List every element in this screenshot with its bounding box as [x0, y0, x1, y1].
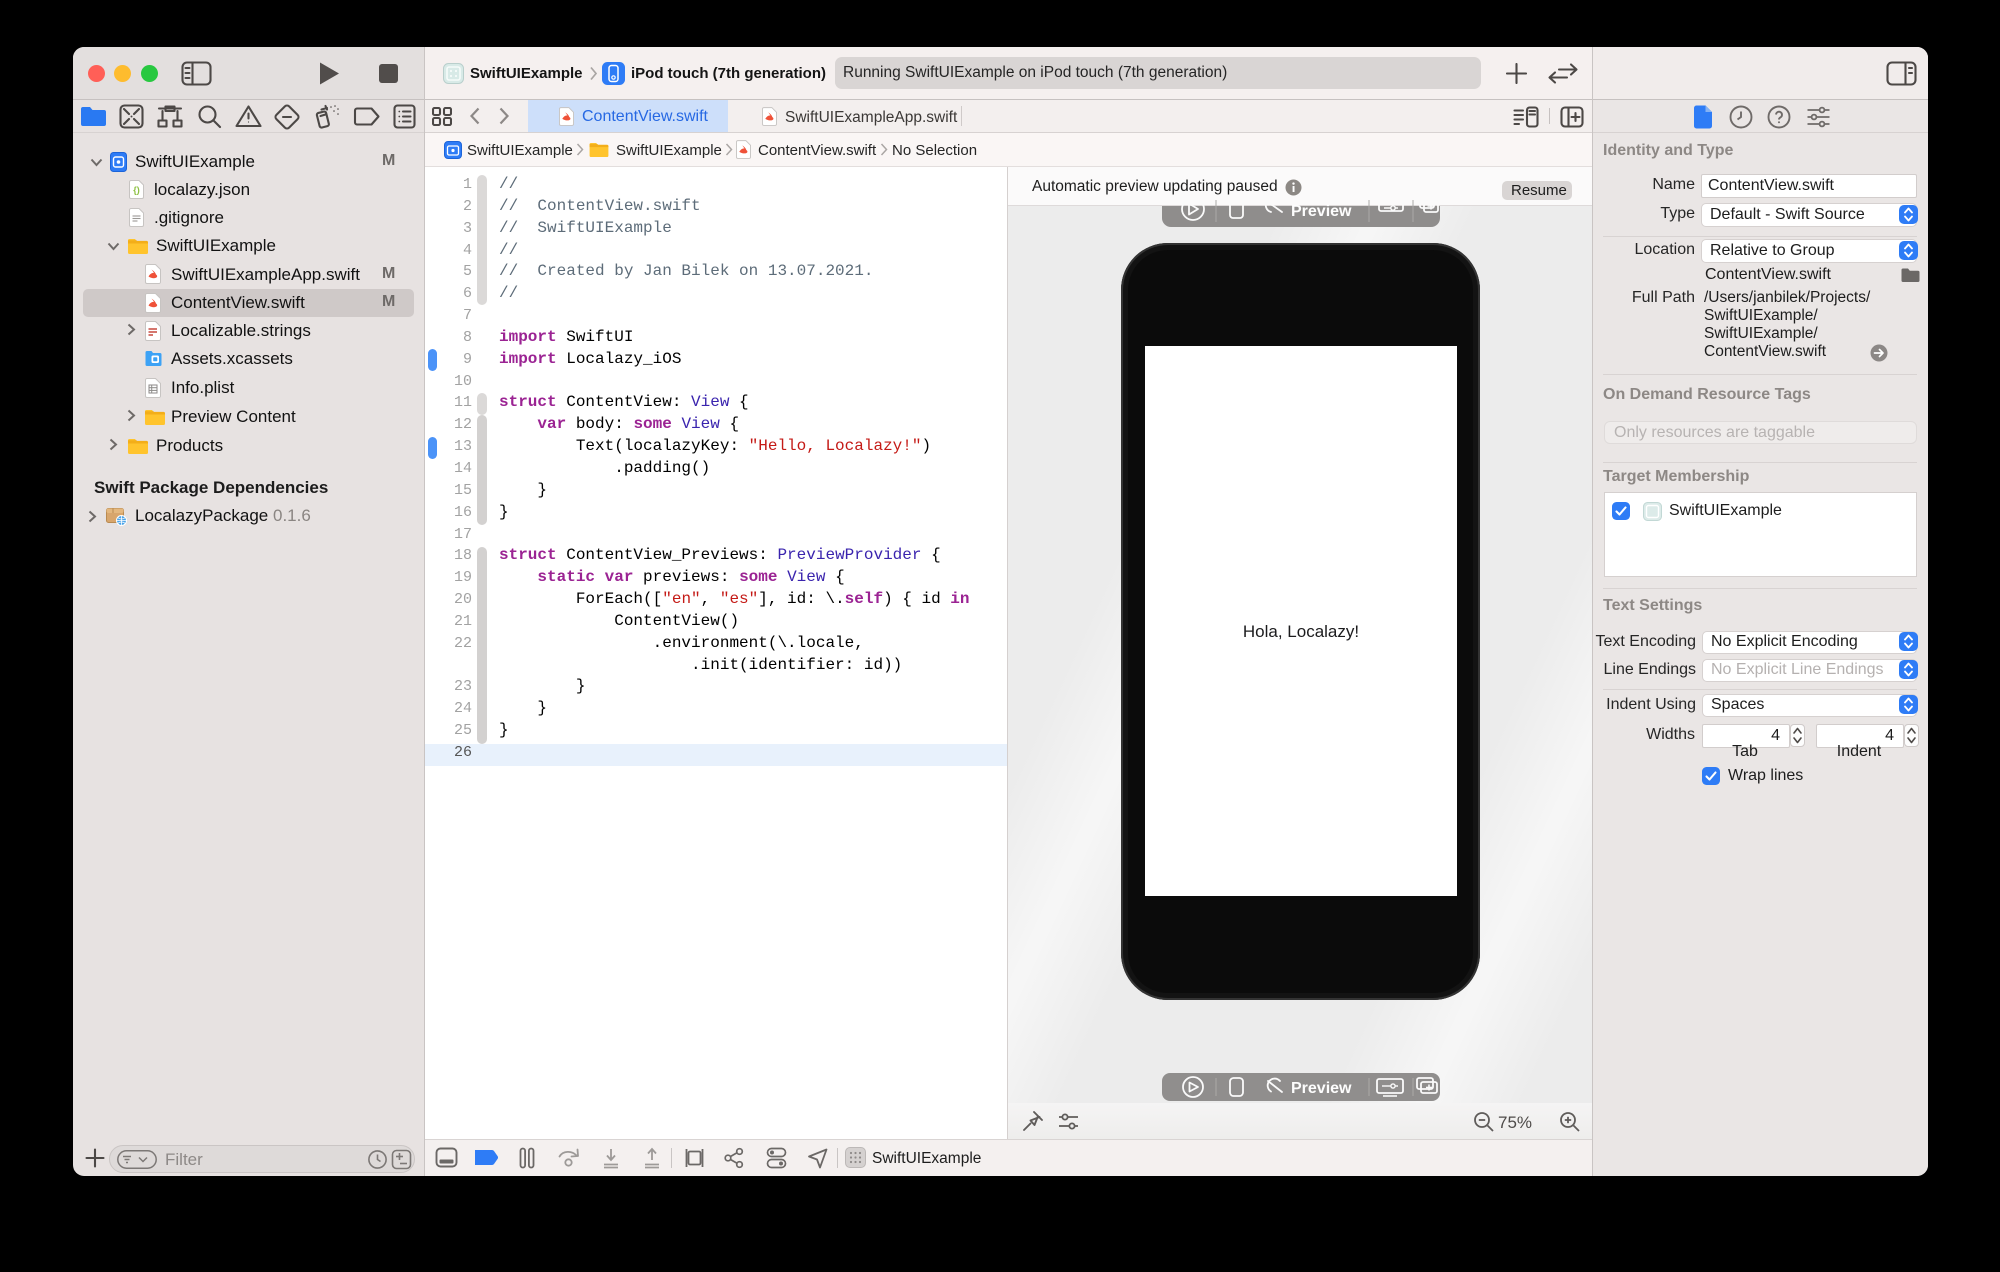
- svg-text:Preview: Preview: [1291, 203, 1352, 220]
- svg-text:Preview: Preview: [1291, 1080, 1352, 1097]
- svg-text:{): {): [133, 185, 140, 195]
